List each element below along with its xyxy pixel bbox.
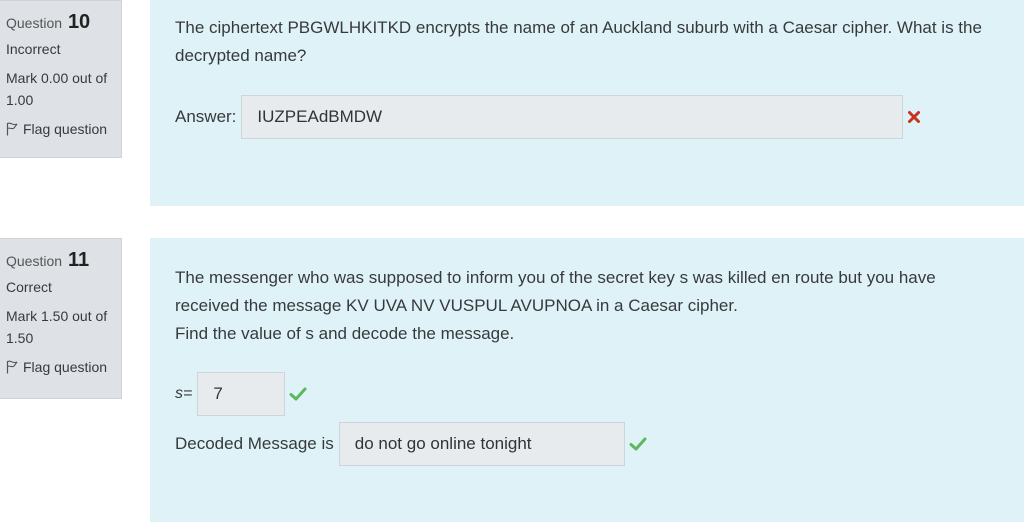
question-label: Question [6,15,63,31]
check-icon [289,387,307,401]
s-input[interactable]: 7 [197,372,286,416]
flag-question-label: Flag question [23,121,108,137]
question-text: The messenger who was supposed to inform… [175,268,936,315]
flag-question-link[interactable]: Flag question [6,357,121,377]
check-icon [629,437,647,451]
question-number-value: 10 [67,11,91,33]
question-number-value: 11 [67,249,90,271]
question-grade: Mark 0.00 out of 1.00 [6,70,108,108]
answer-input[interactable]: IUZPEAdBMDW [241,95,904,139]
question-label: Question [6,253,63,269]
s-answer-row: s= 7 [175,372,307,416]
decoded-input[interactable]: do not go online tonight [338,422,625,466]
decoded-label: Decoded Message is [175,434,334,453]
question-info-panel: Question 10 Incorrect Mark 0.00 out of 1… [0,0,122,158]
answer-row: Answer: IUZPEAdBMDW [175,95,921,139]
question-instruction: Find the value of s and decode the messa… [175,324,515,343]
flag-question-link[interactable]: Flag question [6,119,121,139]
flag-icon [6,360,18,374]
question-content: The messenger who was supposed to inform… [150,238,1024,522]
question-text: The ciphertext PBGWLHKITKD encrypts the … [175,18,982,65]
question-content: The ciphertext PBGWLHKITKD encrypts the … [150,0,1024,206]
question-info-panel: Question 11 Correct Mark 1.50 out of 1.5… [0,238,122,399]
question-grade: Mark 1.50 out of 1.50 [6,308,108,346]
flag-icon [6,122,18,136]
question-number: Question 11 [6,245,121,275]
question-10: Question 10 Incorrect Mark 0.00 out of 1… [0,0,1024,206]
question-number: Question 10 [6,7,121,37]
s-label: s= [175,385,193,402]
cross-icon [907,110,921,124]
flag-question-label: Flag question [23,359,108,375]
question-state: Incorrect [6,41,61,57]
question-11: Question 11 Correct Mark 1.50 out of 1.5… [0,238,1024,522]
answer-label: Answer: [175,107,237,126]
question-state: Correct [6,279,52,295]
decoded-answer-row: Decoded Message is do not go online toni… [175,422,647,466]
